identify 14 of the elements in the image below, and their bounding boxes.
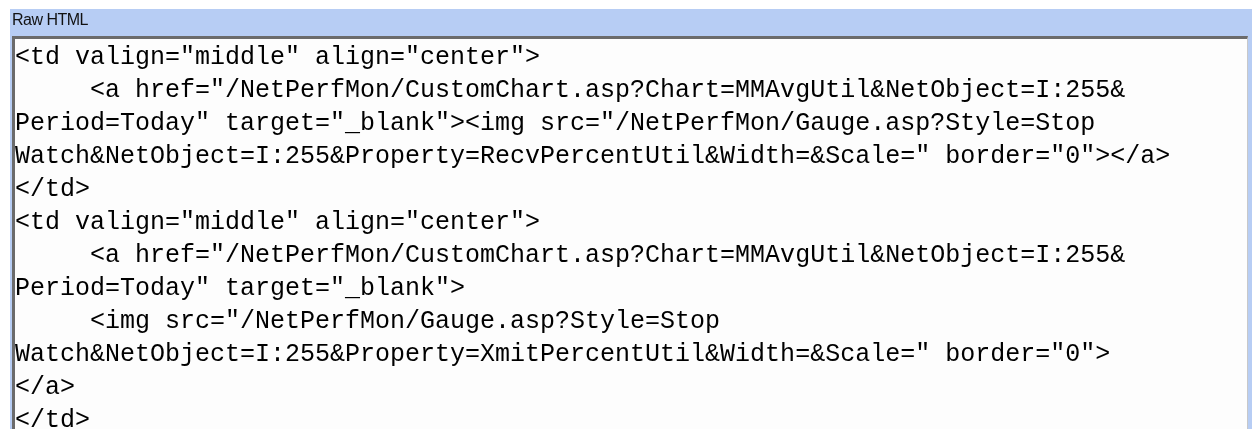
code-line: <a href="/NetPerfMon/CustomChart.asp?Chart=MMAvgUtil&NetObject=I:255& [89,240,1126,272]
code-line: <td valign="middle" align="center"> [15,207,541,239]
code-line: <a href="/NetPerfMon/CustomChart.asp?Chart=MMAvgUtil&NetObject=I:255& [89,75,1126,107]
code-line: </td> [15,405,90,429]
code-line: Period=Today" target="_blank"> [15,273,466,305]
code-line: <td valign="middle" align="center"> [15,42,541,74]
code-line: Period=Today" target="_blank"><img src="/NetPerfMon/Gauge.asp?Style=Stop [15,108,1096,140]
code-line: </td> [15,174,90,206]
code-line: <img src="/NetPerfMon/Gauge.asp?Style=Stop [89,306,721,338]
panel-title: Raw HTML [12,10,89,30]
code-line: Watch&NetObject=I:255&Property=XmitPercentUtil&Width=&Scale=" border="0"> [15,339,1111,371]
code-line: Watch&NetObject=I:255&Property=RecvPercentUtil&Width=&Scale=" border="0"></a> [15,141,1171,173]
code-line: </a> [15,372,75,404]
raw-html-field[interactable] [12,36,1248,429]
